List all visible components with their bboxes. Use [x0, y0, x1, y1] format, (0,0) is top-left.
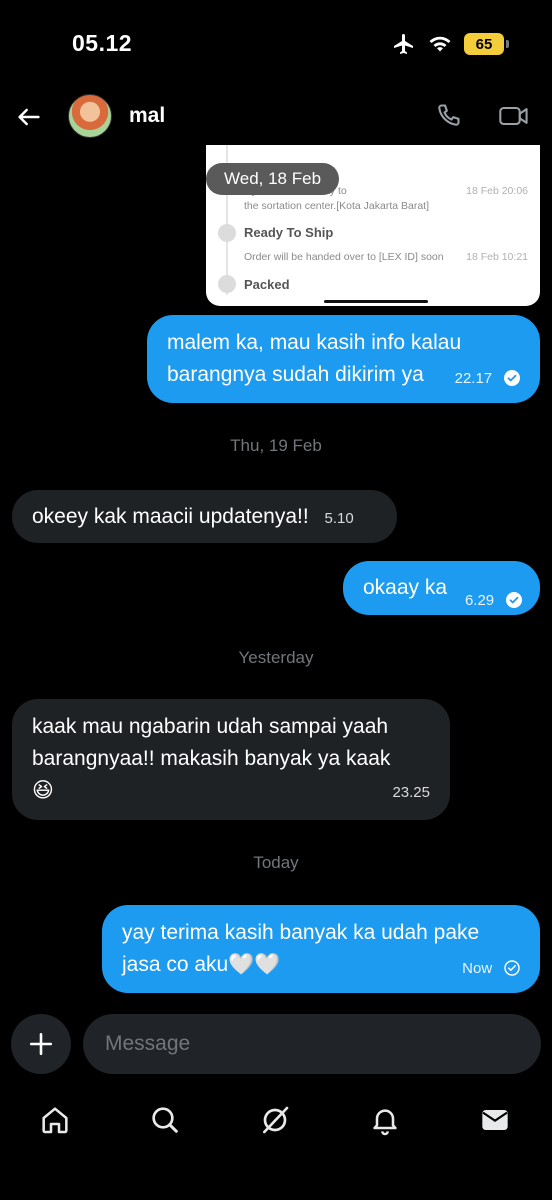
- battery-indicator: 65: [464, 33, 509, 55]
- message-input[interactable]: [83, 1014, 541, 1074]
- message-text: kaak mau ngabarin udah sampai yaah: [32, 715, 389, 738]
- outgoing-message[interactable]: malem ka, mau kasih info kalau barangnya…: [147, 315, 540, 403]
- message-time: 22.17: [454, 370, 493, 387]
- back-arrow-icon: [18, 108, 40, 126]
- wifi-icon: [429, 36, 451, 52]
- incoming-message[interactable]: okeey kak maacii updatenya!! 5.10: [12, 490, 397, 543]
- battery-level: 65: [475, 35, 493, 53]
- conversation-header: mal: [0, 90, 552, 145]
- back-button[interactable]: [12, 100, 46, 134]
- status-icons: 65: [392, 32, 509, 56]
- status-time: 05.12: [72, 30, 133, 56]
- call-button[interactable]: [430, 98, 466, 134]
- message-text: okaay ka: [363, 576, 448, 599]
- home-icon: [42, 1107, 68, 1134]
- message-text: jasa co aku🤍🤍: [122, 953, 281, 976]
- nav-messages[interactable]: [477, 1102, 513, 1138]
- nav-home[interactable]: [37, 1102, 73, 1138]
- search-icon: [152, 1107, 178, 1133]
- attachment-step-title: Ready To Ship: [244, 225, 334, 240]
- video-call-button[interactable]: [494, 98, 534, 134]
- envelope-icon: [482, 1110, 508, 1130]
- attachment-time: 18 Feb 10:21: [466, 251, 528, 263]
- avatar[interactable]: [68, 94, 112, 138]
- bell-icon: [373, 1109, 397, 1136]
- contact-name[interactable]: mal: [129, 104, 165, 128]
- plus-icon: [29, 1032, 53, 1056]
- video-camera-icon: [499, 106, 528, 126]
- message-text: malem ka, mau kasih info kalau: [167, 331, 462, 354]
- status-bar: 05.12 65: [0, 0, 552, 90]
- message-text: yay terima kasih banyak ka udah pake: [122, 921, 480, 944]
- date-separator: Thu, 19 Feb: [230, 436, 322, 455]
- message-time: Now: [462, 960, 493, 977]
- message-text: okeey kak maacii updatenya!!: [32, 505, 309, 528]
- sent-check-icon: [504, 960, 520, 976]
- phone-icon: [438, 104, 460, 126]
- timeline-dot: [218, 275, 236, 293]
- read-check-icon: [504, 370, 520, 386]
- attachment-step-title: Packed: [244, 277, 290, 292]
- message-time: 6.29: [464, 592, 495, 609]
- attachment-time: 18 Feb 20:06: [466, 185, 528, 197]
- timeline-dot: [218, 224, 236, 242]
- date-separator: Today: [253, 853, 299, 872]
- outgoing-message[interactable]: yay terima kasih banyak ka udah pake jas…: [102, 905, 540, 993]
- outgoing-message[interactable]: okaay ka 6.29: [343, 561, 540, 615]
- date-separator: Yesterday: [238, 648, 314, 667]
- add-attachment-button[interactable]: [11, 1014, 71, 1074]
- attachment-step-desc: Order will be handed over to [LEX ID] so…: [244, 251, 444, 263]
- nav-notifications[interactable]: [367, 1102, 403, 1138]
- attachment-handle-bar: [324, 300, 428, 303]
- nav-grok[interactable]: [257, 1102, 293, 1138]
- grok-icon: [263, 1106, 289, 1134]
- incoming-message[interactable]: kaak mau ngabarin udah sampai yaah baran…: [12, 699, 450, 820]
- airplane-mode-icon: [394, 34, 413, 54]
- attachment-text-line: the sortation center.[Kota Jakarta Barat…: [244, 200, 430, 212]
- message-text: barangnyaa!! makasih banyak ya kaak: [32, 747, 391, 770]
- bottom-navigation: [0, 1090, 552, 1150]
- message-time: 5.10: [324, 510, 354, 527]
- date-chip: Wed, 18 Feb: [206, 163, 340, 195]
- nav-search[interactable]: [147, 1102, 183, 1138]
- emoji-squinting-face: 😆: [32, 779, 54, 802]
- message-text: barangnya sudah dikirim ya: [167, 363, 424, 386]
- read-check-icon: [506, 592, 522, 608]
- message-time: 23.25: [392, 784, 430, 801]
